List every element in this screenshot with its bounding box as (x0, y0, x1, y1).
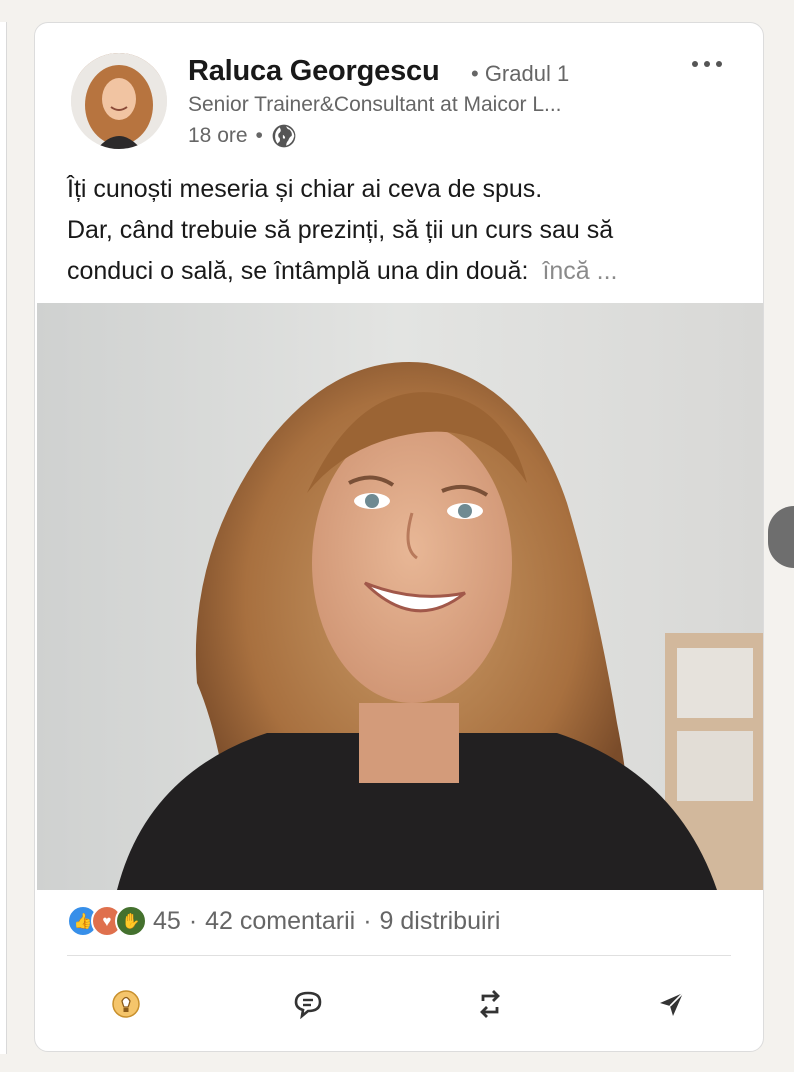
send-icon (660, 992, 684, 1016)
like-button[interactable] (66, 979, 186, 1029)
comment-icon (294, 991, 322, 1019)
social-counts: 👍 ♥ ✋ 45 · 42 comentarii · 9 distribuiri (67, 905, 500, 937)
comments-count[interactable]: 42 comentarii (205, 907, 355, 936)
author-avatar[interactable] (71, 53, 167, 149)
post-text: Îți cunoști meseria și chiar ai ceva de … (67, 169, 737, 292)
author-name[interactable]: Raluca Georgescu (188, 55, 440, 88)
like-icon (112, 990, 140, 1018)
post-text-line: Îți cunoști meseria și chiar ai ceva de … (67, 175, 543, 203)
reactions-count[interactable]: 45 (153, 907, 181, 936)
send-button[interactable] (612, 979, 732, 1029)
post-image[interactable] (37, 303, 763, 890)
ellipsis-icon (692, 61, 722, 67)
divider (67, 955, 731, 956)
post-time: 18 ore (188, 124, 248, 147)
adjacent-card-edge (0, 22, 7, 1054)
globe-icon (272, 124, 296, 148)
post-text-line-last: conduci o sală, se întâmplă una din două… (67, 251, 737, 292)
post-text-line: Dar, când trebuie să prezinți, să ții un… (67, 216, 614, 244)
comment-button[interactable] (248, 979, 368, 1029)
see-more-link[interactable]: încă ... (542, 257, 617, 285)
post-action-bar (35, 977, 763, 1031)
repost-button[interactable] (430, 979, 550, 1029)
carousel-next-handle[interactable] (768, 506, 794, 568)
author-headline: Senior Trainer&Consultant at Maicor L... (188, 93, 562, 116)
post-text-line: conduci o sală, se întâmplă una din două… (67, 257, 529, 285)
reaction-icons[interactable]: 👍 ♥ ✋ (67, 905, 147, 937)
post-meta: 18 ore • (188, 123, 297, 149)
support-icon: ✋ (115, 905, 147, 937)
stat-separator: · (188, 906, 198, 935)
repost-icon (480, 990, 500, 1018)
feed-post-card: Raluca Georgescu • Gradul 1 Senior Train… (34, 22, 764, 1052)
meta-separator: • (255, 124, 263, 147)
connection-degree: • Gradul 1 (471, 61, 570, 86)
shares-count[interactable]: 9 distribuiri (380, 907, 501, 936)
stat-separator: · (363, 906, 372, 935)
more-options-button[interactable] (687, 49, 727, 79)
